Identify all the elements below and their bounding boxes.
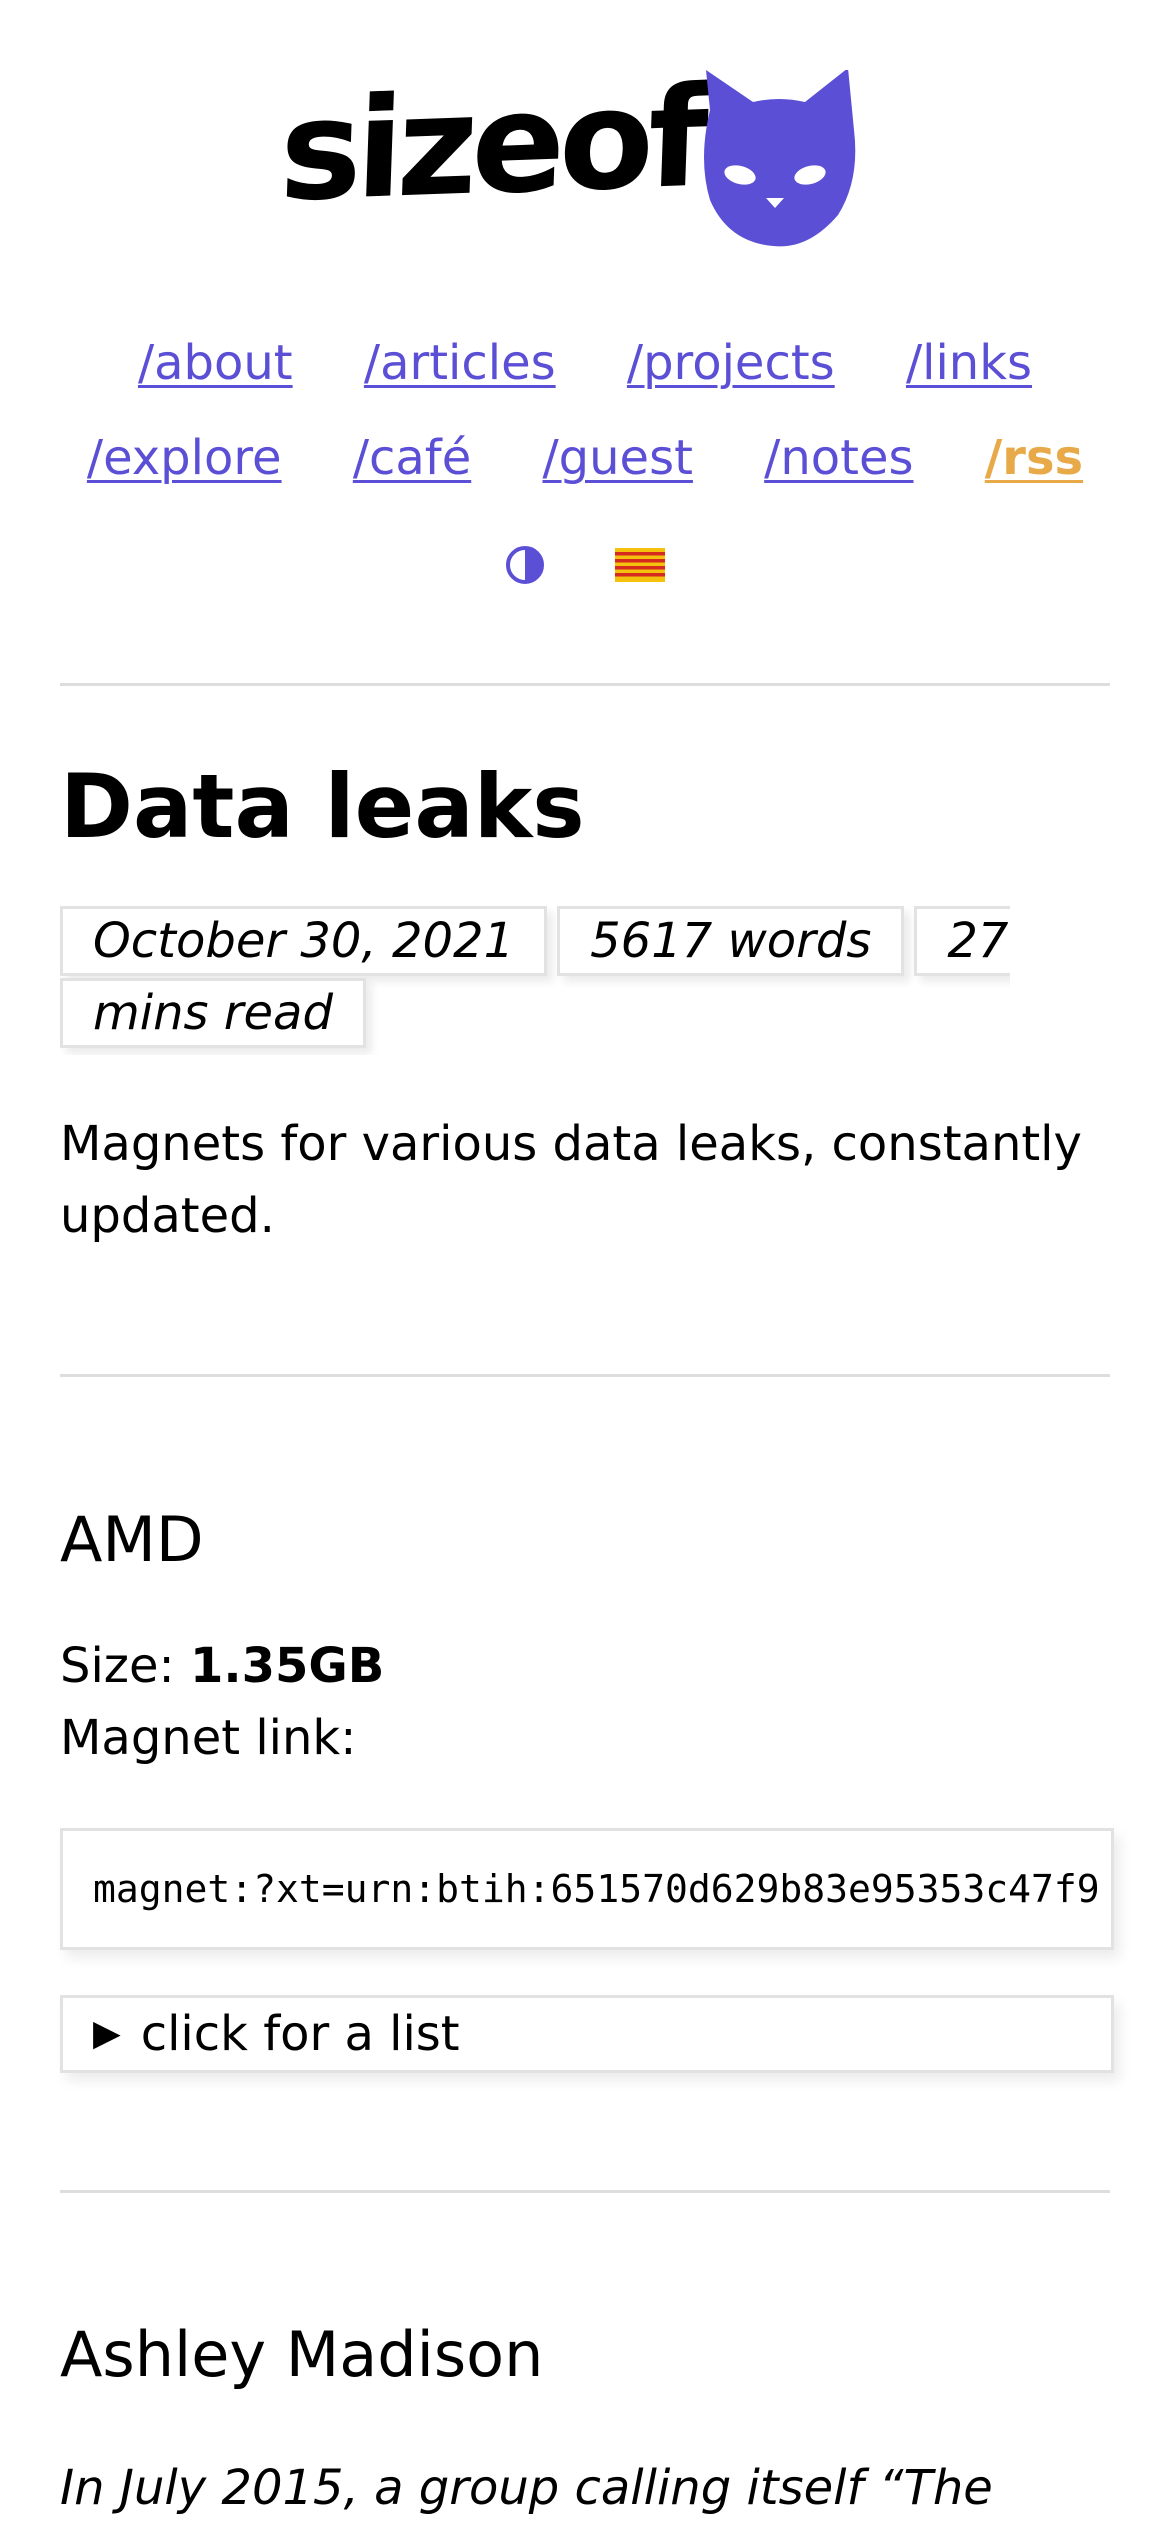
toolbar — [0, 545, 1170, 589]
divider — [60, 683, 1110, 686]
details-toggle[interactable]: ▶ click for a list — [60, 1995, 1114, 2073]
page-title: Data leaks — [60, 755, 585, 858]
nav-link-notes[interactable]: /notes — [764, 430, 913, 486]
divider — [60, 2190, 1110, 2193]
catalan-flag-icon[interactable] — [615, 548, 666, 586]
section-heading-amd: AMD — [60, 1503, 204, 1576]
size-value: 1.35GB — [189, 1638, 385, 1694]
nav-link-links[interactable]: /links — [906, 335, 1032, 391]
size-label: Size: — [60, 1638, 190, 1694]
size-line: Size: 1.35GB — [60, 1630, 384, 1702]
divider — [60, 1374, 1110, 1377]
half-circle-contrast-icon[interactable] — [505, 545, 545, 589]
word-count-badge: 5617 words — [557, 906, 905, 976]
article-lead: Magnets for various data leaks, constant… — [60, 1116, 1082, 1244]
nav-link-projects[interactable]: /projects — [627, 335, 835, 391]
magnet-label: Magnet link: — [60, 1710, 357, 1766]
magnet-code-block[interactable]: magnet:?xt=urn:btih:651570d629b83e95353c… — [60, 1828, 1114, 1950]
nav-link-cafe[interactable]: /café — [353, 430, 471, 486]
triangle-right-icon: ▶ — [93, 2013, 121, 2054]
main-nav-row-1: /about /articles /projects /links — [0, 335, 1170, 391]
section-intro: In July 2015, a group calling itself “Th… — [60, 2460, 993, 2516]
section-heading-ashley-madison: Ashley Madison — [60, 2318, 544, 2391]
nav-link-articles[interactable]: /articles — [364, 335, 556, 391]
nav-link-explore[interactable]: /explore — [87, 430, 282, 486]
article-meta: October 30, 2021 5617 words 27 mins read — [60, 905, 1010, 1055]
magnet-link[interactable]: magnet:?xt=urn:btih:651570d629b83e95353c… — [63, 1831, 1111, 1947]
nav-link-about[interactable]: /about — [138, 335, 293, 391]
main-nav-row-2: /explore /café /guest /notes /rss — [0, 430, 1170, 486]
details-summary: click for a list — [140, 2006, 460, 2062]
logo-wordmark: sizeof — [277, 56, 705, 233]
date-badge: October 30, 2021 — [60, 906, 548, 976]
cat-icon — [704, 70, 856, 247]
site-logo[interactable]: sizeof — [277, 56, 860, 250]
nav-link-guest[interactable]: /guest — [542, 430, 692, 486]
nav-link-rss[interactable]: /rss — [985, 430, 1083, 486]
